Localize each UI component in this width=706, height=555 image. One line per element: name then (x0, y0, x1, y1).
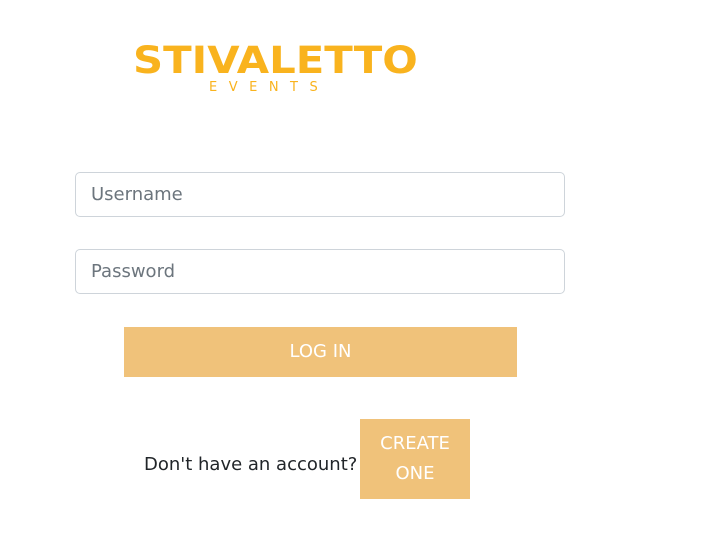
brand-logo: STIVALETTO EVENTS (133, 40, 428, 96)
logo-subtitle: EVENTS (209, 80, 330, 95)
password-input[interactable] (75, 249, 565, 294)
login-button[interactable]: LOG IN (124, 327, 517, 377)
create-account-label-line2: ONE (395, 463, 435, 484)
create-account-button[interactable]: CREATE ONE (360, 419, 470, 499)
create-account-label-line1: CREATE (380, 433, 450, 454)
login-page: STIVALETTO EVENTS LOG IN Don't have an a… (0, 0, 706, 555)
signup-prompt: Don't have an account? (144, 454, 358, 475)
logo-title: STIVALETTO (133, 39, 418, 82)
username-input[interactable] (75, 172, 565, 217)
